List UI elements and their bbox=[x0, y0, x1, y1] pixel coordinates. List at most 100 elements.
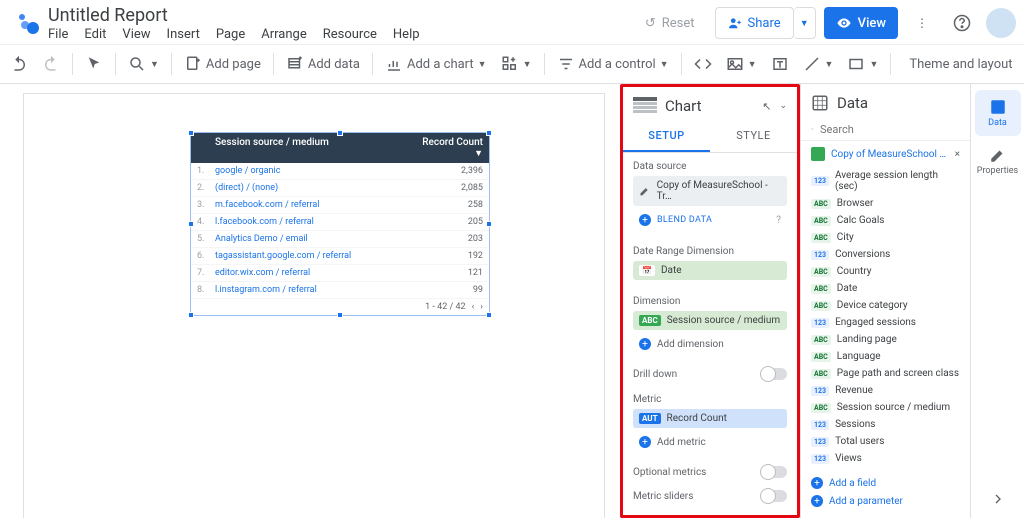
optional-metrics-toggle[interactable] bbox=[761, 466, 787, 478]
drill-down-toggle[interactable] bbox=[761, 368, 787, 380]
tab-setup[interactable]: SETUP bbox=[623, 121, 710, 152]
search-input[interactable] bbox=[820, 123, 960, 136]
rail-properties[interactable]: Properties bbox=[975, 138, 1021, 184]
field-item[interactable]: 123Engaged sessions bbox=[801, 314, 970, 331]
share-dropdown[interactable]: ▼ bbox=[794, 7, 816, 39]
pencil-icon bbox=[639, 185, 651, 197]
field-item[interactable]: 123Total users bbox=[801, 433, 970, 450]
table-chart[interactable]: Session source / medium Record Count ▼ 1… bbox=[190, 132, 490, 316]
add-data-button[interactable]: Add data bbox=[280, 51, 366, 77]
table-row[interactable]: 7.editor.wix.com / referral121 bbox=[191, 265, 489, 282]
data-source-chip[interactable]: Copy of MeasureSchool - Tr… bbox=[633, 176, 787, 206]
date-range-chip[interactable]: 📅 Date bbox=[633, 261, 787, 280]
looker-studio-logo[interactable] bbox=[16, 11, 40, 35]
menu-view[interactable]: View bbox=[122, 27, 150, 42]
plus-icon: + bbox=[811, 477, 823, 489]
field-item[interactable]: ABCDevice category bbox=[801, 297, 970, 314]
table-row[interactable]: 8.l.instagram.com / referral99 bbox=[191, 282, 489, 299]
menu-resource[interactable]: Resource bbox=[323, 27, 377, 42]
field-item[interactable]: ABCLanguage bbox=[801, 348, 970, 365]
metric-sliders-toggle[interactable] bbox=[761, 490, 787, 502]
more-options-button[interactable]: ⋮ bbox=[906, 7, 938, 39]
field-item[interactable]: 123Average session length (sec) bbox=[801, 167, 970, 195]
undo-icon bbox=[10, 55, 28, 73]
rail-data[interactable]: Data bbox=[975, 90, 1021, 136]
pager-next-icon[interactable]: › bbox=[480, 302, 483, 312]
report-canvas[interactable]: Session source / medium Record Count ▼ 1… bbox=[0, 84, 620, 518]
table-row[interactable]: 1.google / organic2,396 bbox=[191, 163, 489, 180]
add-page-button[interactable]: Add page bbox=[178, 51, 267, 77]
reset-button[interactable]: ↺Reset bbox=[633, 7, 707, 39]
rail-data-label: Data bbox=[988, 118, 1007, 128]
table-header: Session source / medium Record Count ▼ bbox=[191, 133, 489, 163]
menu-bar: File Edit View Insert Page Arrange Resou… bbox=[48, 27, 633, 42]
reset-label: Reset bbox=[662, 16, 695, 31]
menu-file[interactable]: File bbox=[48, 27, 68, 42]
data-source-title: Copy of MeasureSchool - TrueBlu… bbox=[831, 149, 949, 160]
help-icon[interactable]: ? bbox=[776, 215, 781, 226]
menu-insert[interactable]: Insert bbox=[167, 27, 200, 42]
table-chart-icon bbox=[633, 97, 657, 115]
add-control-button[interactable]: Add a control▼ bbox=[551, 51, 675, 77]
user-avatar[interactable] bbox=[986, 8, 1016, 38]
theme-layout-button[interactable]: Theme and layout bbox=[909, 57, 1012, 72]
menu-page[interactable]: Page bbox=[216, 27, 245, 42]
field-item[interactable]: 123Conversions bbox=[801, 246, 970, 263]
data-search[interactable] bbox=[801, 118, 970, 141]
field-item[interactable]: ABCCity bbox=[801, 229, 970, 246]
add-metric-button[interactable]: + Add metric bbox=[633, 432, 787, 452]
data-source-row[interactable]: Copy of MeasureSchool - TrueBlu… × bbox=[801, 141, 970, 167]
field-item[interactable]: 123Sessions bbox=[801, 416, 970, 433]
data-panel-title: Data bbox=[837, 94, 868, 112]
table-row[interactable]: 3.m.facebook.com / referral258 bbox=[191, 197, 489, 214]
redo-button[interactable] bbox=[36, 51, 66, 77]
table-row[interactable]: 6.tagassistant.google.com / referral192 bbox=[191, 248, 489, 265]
rail-expand[interactable] bbox=[990, 491, 1006, 510]
data-rail-icon bbox=[989, 98, 1007, 116]
field-item[interactable]: ABCDate bbox=[801, 280, 970, 297]
dimension-chip[interactable]: ABC Session source / medium bbox=[633, 311, 787, 330]
view-button[interactable]: View bbox=[824, 7, 898, 39]
add-dimension-button[interactable]: + Add dimension bbox=[633, 334, 787, 354]
field-item[interactable]: 123Views bbox=[801, 450, 970, 467]
blend-data-button[interactable]: + BLEND DATA ? bbox=[633, 210, 787, 230]
zoom-button[interactable]: ▼ bbox=[122, 51, 165, 77]
shape-button[interactable]: ▼ bbox=[841, 51, 884, 77]
text-button[interactable] bbox=[765, 51, 795, 77]
select-tool[interactable] bbox=[79, 51, 109, 77]
tab-style[interactable]: STYLE bbox=[710, 121, 797, 152]
field-item[interactable]: ABCLanding page bbox=[801, 331, 970, 348]
add-parameter-link[interactable]: +Add a parameter bbox=[811, 492, 960, 510]
table-row[interactable]: 4.l.facebook.com / referral205 bbox=[191, 214, 489, 231]
metric-chip[interactable]: AUT Record Count bbox=[633, 409, 787, 428]
embed-button[interactable] bbox=[688, 51, 718, 77]
close-icon[interactable]: × bbox=[955, 149, 960, 160]
chart-type-dropdown[interactable]: ⌄ bbox=[779, 101, 787, 111]
grid-plus-icon bbox=[501, 55, 519, 73]
col-metric: Record Count ▼ bbox=[413, 137, 483, 159]
document-title[interactable]: Untitled Report bbox=[48, 5, 633, 26]
community-viz-button[interactable]: ▼ bbox=[495, 51, 538, 77]
add-field-link[interactable]: +Add a field bbox=[811, 474, 960, 492]
field-item[interactable]: ABCPage path and screen class bbox=[801, 365, 970, 382]
undo-button[interactable] bbox=[4, 51, 34, 77]
image-button[interactable]: ▼ bbox=[720, 51, 763, 77]
field-item[interactable]: ABCCountry bbox=[801, 263, 970, 280]
field-item[interactable]: ABCCalc Goals bbox=[801, 212, 970, 229]
pager-prev-icon[interactable]: ‹ bbox=[472, 302, 475, 312]
field-item[interactable]: ABCBrowser bbox=[801, 195, 970, 212]
add-chart-button[interactable]: Add a chart▼ bbox=[379, 51, 493, 77]
eye-icon bbox=[836, 15, 852, 31]
menu-edit[interactable]: Edit bbox=[84, 27, 106, 42]
help-button[interactable] bbox=[946, 7, 978, 39]
menu-arrange[interactable]: Arrange bbox=[261, 27, 306, 42]
share-button[interactable]: Share bbox=[715, 7, 794, 39]
report-page[interactable]: Session source / medium Record Count ▼ 1… bbox=[24, 94, 604, 518]
field-item[interactable]: ABCSession source / medium bbox=[801, 399, 970, 416]
line-button[interactable]: ▼ bbox=[797, 51, 840, 77]
cursor-pointer-icon: ↖ bbox=[762, 100, 771, 113]
field-item[interactable]: 123Revenue bbox=[801, 382, 970, 399]
menu-help[interactable]: Help bbox=[393, 27, 420, 42]
table-row[interactable]: 2.(direct) / (none)2,085 bbox=[191, 180, 489, 197]
table-row[interactable]: 5.Analytics Demo / email203 bbox=[191, 231, 489, 248]
